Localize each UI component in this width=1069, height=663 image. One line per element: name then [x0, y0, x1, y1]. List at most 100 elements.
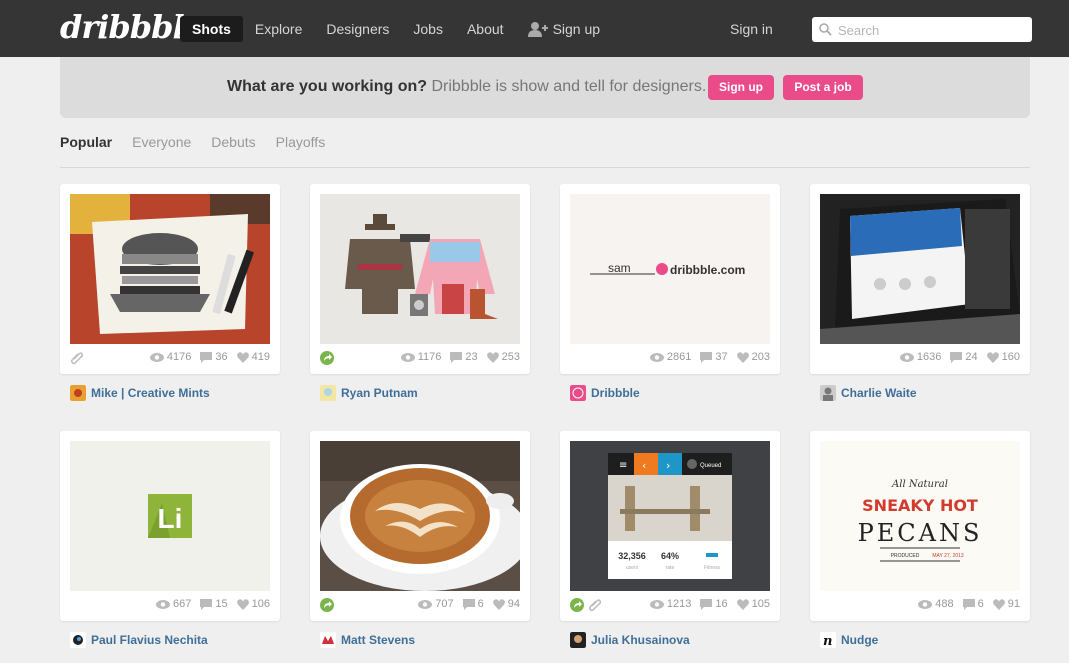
search-input[interactable]: [836, 20, 1030, 40]
author-name: Dribbble: [591, 386, 640, 400]
tab-playoffs[interactable]: Playoffs: [276, 134, 326, 150]
author-name: Mike | Creative Mints: [91, 386, 210, 400]
nav-designers[interactable]: Designers: [314, 16, 401, 42]
nav-about[interactable]: About: [455, 16, 516, 42]
top-header: dribbble Shots Explore Designers Jobs Ab…: [0, 0, 1069, 57]
post-job-button[interactable]: Post a job: [783, 75, 863, 100]
thumb-produced: PRODUCED: [891, 553, 920, 559]
shot-stats: 488 6 91: [909, 598, 1020, 610]
avatar: [570, 632, 586, 648]
shot-card: All Natural SNEAKY HOT PECANS PRODUCED M…: [810, 431, 1030, 621]
shot-thumbnail[interactable]: sam dribbble.com: [570, 194, 770, 344]
add-user-icon: [527, 22, 548, 37]
comment-icon: [462, 598, 475, 610]
shot-stats: 667 15 106: [147, 598, 270, 610]
attachment-icon[interactable]: [70, 351, 84, 365]
nav-jobs[interactable]: Jobs: [401, 16, 455, 42]
thumb-rate-label: rate: [666, 565, 675, 571]
avatar: [820, 385, 836, 401]
heart-icon[interactable]: [236, 598, 249, 610]
shot-extras: [320, 351, 338, 365]
author-name: Paul Flavius Nechita: [91, 633, 208, 647]
comment-icon: [700, 351, 713, 363]
signup-banner: What are you working on? Dribbble is sho…: [60, 57, 1030, 118]
rebound-icon[interactable]: [320, 351, 334, 365]
thumb-all-natural: All Natural: [891, 479, 948, 490]
banner-question: What are you working on?: [227, 78, 428, 95]
shot-stats: 707 6 94: [409, 598, 520, 610]
comments-count: 6: [477, 598, 484, 610]
rebound-icon[interactable]: [570, 598, 584, 612]
likes-count: 105: [751, 598, 770, 610]
views-count: 4176: [166, 351, 192, 363]
shot-stats: 1636 24 160: [891, 351, 1020, 363]
shot-thumbnail[interactable]: [320, 194, 520, 344]
shot-card: 1176 23 253: [310, 184, 530, 374]
shot-thumbnail[interactable]: ≡ ‹ › Queued 32,356 64% users rate Fitne…: [570, 441, 770, 591]
thumb-li-text: Li: [158, 503, 183, 534]
eye-icon: [156, 599, 171, 609]
banner-message: What are you working on? Dribbble is sho…: [227, 78, 706, 96]
signin-link[interactable]: Sign in: [730, 21, 773, 37]
shot-card: 4176 36 419: [60, 184, 280, 374]
comments-count: 15: [215, 598, 228, 610]
shot-author[interactable]: Ryan Putnam: [320, 385, 418, 401]
tab-everyone[interactable]: Everyone: [132, 134, 191, 150]
likes-count: 160: [1001, 351, 1020, 363]
shot-thumbnail[interactable]: [320, 441, 520, 591]
heart-icon[interactable]: [492, 598, 505, 610]
shot-card: 707 6 94: [310, 431, 530, 621]
thumb-users-count: 32,356: [618, 551, 646, 561]
heart-icon[interactable]: [986, 351, 999, 363]
likes-count: 253: [501, 351, 520, 363]
shot-thumbnail[interactable]: [70, 194, 270, 344]
heart-icon[interactable]: [486, 351, 499, 363]
author-name: Julia Khusainova: [591, 633, 690, 647]
main-nav: Shots Explore Designers Jobs About Sign …: [180, 16, 612, 42]
shot-stats: 4176 36 419: [141, 351, 270, 363]
shot-extras: [570, 598, 602, 612]
shot-stats: 1213 16 105: [641, 598, 770, 610]
shot-author[interactable]: Charlie Waite: [820, 385, 917, 401]
comments-count: 24: [965, 351, 978, 363]
views-count: 2861: [666, 351, 692, 363]
comments-count: 36: [215, 351, 228, 363]
thumb-queued-text: Queued: [700, 463, 721, 469]
likes-count: 106: [251, 598, 270, 610]
shot-author[interactable]: Dribbble: [570, 385, 640, 401]
nav-signup[interactable]: Sign up: [516, 16, 612, 42]
shot-filter-tabs: Popular Everyone Debuts Playoffs: [60, 134, 345, 150]
tab-debuts[interactable]: Debuts: [211, 134, 255, 150]
author-name: Nudge: [841, 633, 879, 647]
heart-icon[interactable]: [736, 351, 749, 363]
banner-signup-button[interactable]: Sign up: [708, 75, 774, 100]
shot-author[interactable]: Mike | Creative Mints: [70, 385, 210, 401]
views-count: 1213: [666, 598, 692, 610]
shot-thumbnail[interactable]: All Natural SNEAKY HOT PECANS PRODUCED M…: [820, 441, 1020, 591]
shot-author[interactable]: Paul Flavius Nechita: [70, 632, 208, 648]
author-name: Charlie Waite: [841, 386, 917, 400]
shot-card: 1636 24 160: [810, 184, 1030, 374]
heart-icon[interactable]: [992, 598, 1005, 610]
comments-count: 37: [715, 351, 728, 363]
avatar: [70, 385, 86, 401]
search-box[interactable]: [812, 17, 1032, 42]
nav-shots[interactable]: Shots: [180, 16, 243, 42]
attachment-icon[interactable]: [588, 598, 602, 612]
author-name: Matt Stevens: [341, 633, 416, 647]
shot-author[interactable]: n Nudge: [820, 632, 878, 648]
views-count: 488: [935, 598, 954, 610]
views-count: 667: [173, 598, 192, 610]
shot-author[interactable]: Matt Stevens: [320, 632, 415, 648]
heart-icon[interactable]: [236, 351, 249, 363]
shot-card: Li 667 15 106: [60, 431, 280, 621]
shot-author[interactable]: Julia Khusainova: [570, 632, 690, 648]
heart-icon[interactable]: [736, 598, 749, 610]
nav-explore[interactable]: Explore: [243, 16, 314, 42]
shot-thumbnail[interactable]: Li: [70, 441, 270, 591]
shot-thumbnail[interactable]: [820, 194, 1020, 344]
tab-popular[interactable]: Popular: [60, 134, 112, 150]
comment-icon: [950, 351, 963, 363]
comment-icon: [962, 598, 975, 610]
rebound-icon[interactable]: [320, 598, 334, 612]
